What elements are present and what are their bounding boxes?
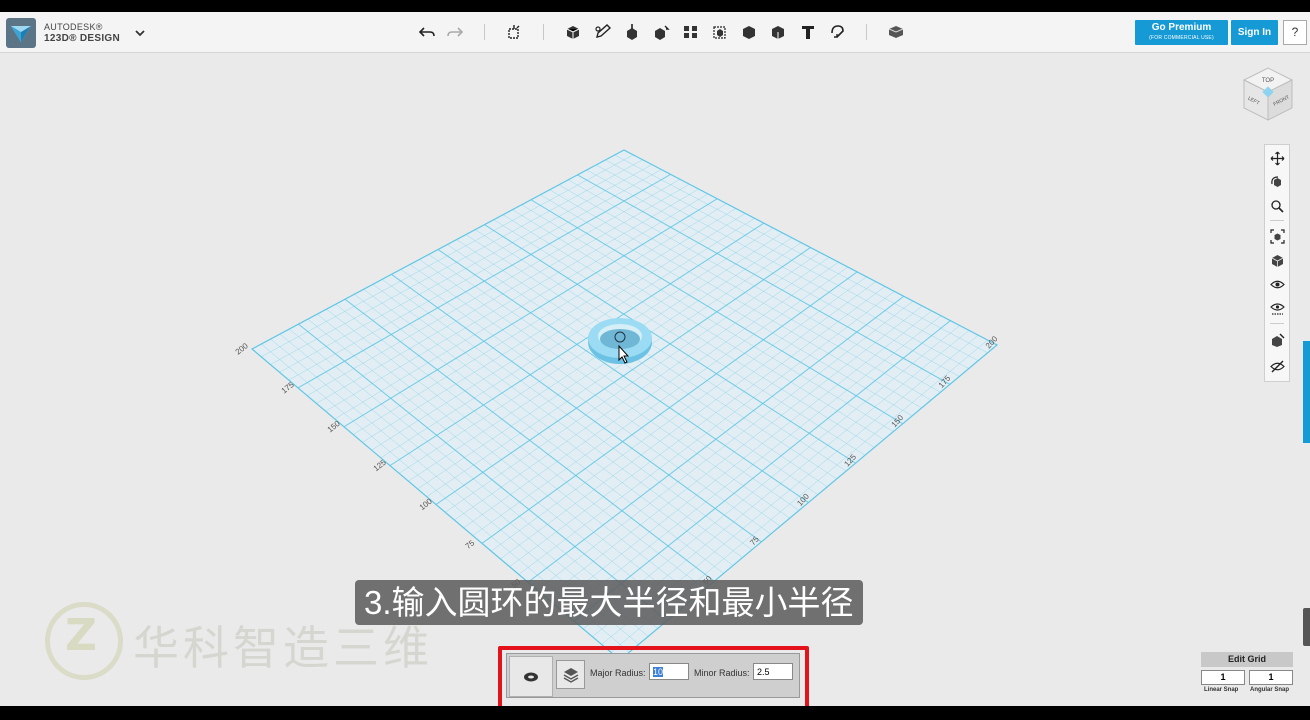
- angular-snap-label: Angular Snap: [1250, 687, 1290, 693]
- torus-parameter-panel: Major Radius: 10 Minor Radius: 2.5: [506, 653, 800, 698]
- material-button[interactable]: [885, 21, 907, 43]
- modify-button[interactable]: [650, 21, 672, 43]
- hide-button[interactable]: [1268, 357, 1286, 375]
- top-toolbar: AUTODESK® 123D® DESIGN Go Premium (FOR C…: [0, 12, 1310, 53]
- viewcube-top-label: TOP: [1262, 78, 1274, 84]
- go-premium-button[interactable]: Go Premium (FOR COMMERCIAL USE): [1135, 20, 1228, 45]
- minor-radius-label: Minor Radius:: [694, 668, 750, 678]
- pan-icon: [1270, 151, 1284, 165]
- navigation-bar: [1264, 144, 1290, 382]
- angular-snap-input[interactable]: 1: [1249, 670, 1293, 685]
- brand-line-2: 123D® DESIGN: [44, 33, 120, 44]
- pattern-button[interactable]: [680, 21, 702, 43]
- undo-button[interactable]: [416, 21, 438, 43]
- visibility-button[interactable]: [1268, 275, 1286, 293]
- eye-icon: [1269, 280, 1285, 288]
- toolbar-divider: [866, 24, 867, 40]
- measure-button[interactable]: [767, 21, 789, 43]
- orbit-icon: [1270, 175, 1281, 187]
- go-premium-sublabel: (FOR COMMERCIAL USE): [1149, 35, 1214, 41]
- brand-line-1: AUTODESK®: [44, 22, 103, 32]
- construct-button[interactable]: [621, 21, 643, 43]
- text-icon: [802, 26, 814, 39]
- layers-icon: [563, 667, 578, 683]
- edit-grid-button[interactable]: Edit Grid: [1201, 652, 1293, 667]
- viewcube-icon[interactable]: TOP LEFT FRONT: [1238, 64, 1298, 128]
- mesh-button[interactable]: [1268, 331, 1286, 349]
- combine-icon: [743, 26, 755, 39]
- minor-radius-value: 2.5: [757, 667, 770, 677]
- text-button[interactable]: [797, 21, 819, 43]
- material-stack-button[interactable]: [556, 660, 585, 689]
- help-button[interactable]: ?: [1283, 20, 1307, 45]
- zoom-button[interactable]: [1268, 197, 1286, 215]
- go-premium-label: Go Premium: [1151, 22, 1212, 33]
- redo-icon: [447, 27, 464, 37]
- nav-divider: [1270, 323, 1284, 324]
- sign-in-button[interactable]: Sign In: [1231, 20, 1278, 45]
- pattern-icon: [684, 26, 697, 38]
- views-cube-icon: [1271, 254, 1283, 267]
- torus-shape-button[interactable]: [509, 656, 553, 697]
- brand-name: AUTODESK® 123D® DESIGN: [44, 22, 120, 44]
- orbit-button[interactable]: [1268, 173, 1286, 191]
- app-menu-chevron-icon[interactable]: [133, 26, 147, 40]
- sketch-pencil-icon: [595, 24, 612, 38]
- major-radius-value: 10: [653, 667, 664, 677]
- grouping-icon: [713, 26, 726, 39]
- grouping-button[interactable]: [709, 21, 731, 43]
- toolbar-divider: [543, 24, 544, 40]
- torus-icon: [524, 672, 538, 681]
- grid-left-axis-label: 200: [234, 341, 250, 357]
- material-icon: [888, 26, 904, 38]
- material-visibility-button[interactable]: [1268, 299, 1286, 317]
- app-window: AUTODESK® 123D® DESIGN Go Premium (FOR C…: [0, 12, 1310, 706]
- fit-button[interactable]: [1268, 227, 1286, 245]
- grid-left-axis-label: 75: [464, 538, 477, 551]
- undo-icon: [418, 27, 435, 37]
- views-button[interactable]: [1268, 251, 1286, 269]
- eye-material-icon: [1269, 302, 1285, 315]
- app-logo-icon[interactable]: [6, 18, 36, 48]
- snap-icon: [831, 25, 844, 38]
- primitives-cube-icon: [566, 26, 580, 39]
- minor-radius-input[interactable]: 2.5: [753, 663, 793, 680]
- modify-icon: [655, 25, 670, 40]
- sketch-button[interactable]: [592, 21, 614, 43]
- construct-icon: [627, 24, 637, 40]
- mesh-icon: [1271, 333, 1284, 347]
- transform-icon: [508, 25, 520, 39]
- major-radius-label: Major Radius:: [590, 668, 646, 678]
- right-panel-tab[interactable]: [1303, 341, 1310, 443]
- major-radius-input[interactable]: 10: [649, 663, 689, 680]
- pan-button[interactable]: [1268, 149, 1286, 167]
- video-subtitle: 3.输入圆环的最大半径和最小半径: [355, 580, 863, 625]
- linear-snap-label: Linear Snap: [1204, 687, 1239, 693]
- right-scroll-handle[interactable]: [1303, 608, 1310, 646]
- redo-button[interactable]: [444, 21, 466, 43]
- combine-button[interactable]: [738, 21, 760, 43]
- linear-snap-input[interactable]: 1: [1201, 670, 1245, 685]
- watermark-logo-letter: Z: [65, 610, 97, 661]
- transform-button[interactable]: [503, 21, 525, 43]
- toolbar-divider: [484, 24, 485, 40]
- snap-button[interactable]: [826, 21, 848, 43]
- nav-divider: [1270, 220, 1284, 221]
- fit-icon: [1269, 228, 1285, 244]
- solid-icon: [772, 26, 784, 39]
- zoom-icon: [1270, 199, 1284, 213]
- primitives-button[interactable]: [562, 21, 584, 43]
- edit-grid-panel: Edit Grid 1 1 Linear Snap Angular Snap: [1201, 652, 1293, 693]
- hide-icon: [1269, 360, 1285, 372]
